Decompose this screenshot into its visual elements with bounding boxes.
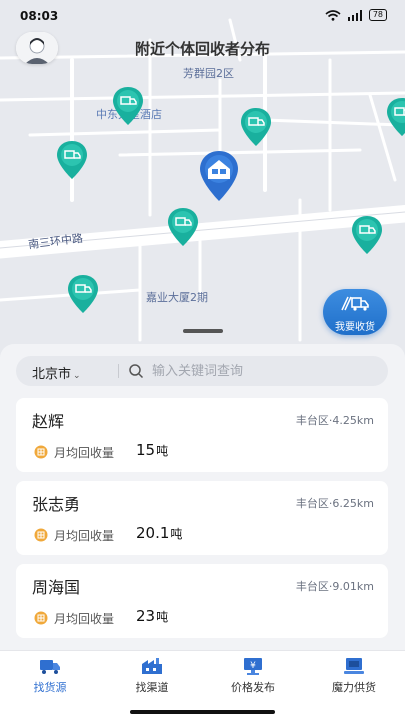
home-indicator [130, 710, 275, 714]
tab-label: 价格发布 [231, 681, 275, 694]
volume-badge-icon [34, 611, 48, 625]
truck-pin-icon [57, 141, 87, 179]
wifi-icon [325, 9, 341, 21]
factory-icon [142, 658, 162, 674]
sheet-drag-handle[interactable] [183, 329, 223, 333]
search-input[interactable] [152, 361, 372, 381]
collector-name: 赵辉 [32, 412, 65, 431]
battery-icon: 78 [368, 9, 387, 21]
recycler-map-pin[interactable] [239, 106, 273, 148]
truck-pin-icon [68, 275, 98, 313]
signal-icon [347, 9, 362, 21]
recycler-map-pin[interactable] [385, 96, 405, 138]
city-label: 北京市 [32, 367, 72, 382]
map-label-jiaye: 嘉业大厦2期 [146, 291, 208, 304]
truck-pin-icon [168, 208, 198, 246]
truck-icon [40, 660, 60, 674]
search-icon[interactable] [128, 363, 144, 379]
tab-label: 魔力供货 [332, 681, 376, 694]
tab-price-publish[interactable]: ¥ 价格发布 [213, 657, 293, 695]
tab-label: 找货源 [33, 681, 67, 694]
warehouse-map-pin[interactable] [197, 149, 241, 203]
collector-location: 丰台区·4.25km [295, 414, 374, 427]
tab-find-source[interactable]: 找货源 [10, 657, 90, 695]
tab-magic-supply[interactable]: 魔力供货 [314, 657, 394, 695]
status-bar: 08:03 78 [0, 0, 405, 30]
truck-icon [341, 296, 369, 311]
receive-goods-button[interactable]: 我要收货 [323, 289, 387, 335]
volume-label: 月均回收量 [54, 446, 115, 460]
chevron-down-icon: ⌄ [73, 371, 81, 381]
page-title: 附近个体回收者分布 [134, 40, 270, 58]
collector-location: 丰台区·6.25km [295, 497, 374, 510]
recycler-map-pin[interactable] [66, 273, 100, 315]
status-time: 08:03 [20, 9, 59, 23]
collector-name: 周海国 [32, 578, 81, 597]
volume-value: 23吨 [136, 607, 169, 625]
search-divider [118, 364, 119, 378]
status-icons: 78 [325, 9, 387, 21]
truck-pin-icon [387, 98, 405, 136]
truck-pin-icon [352, 216, 382, 254]
volume-label: 月均回收量 [54, 612, 115, 626]
receive-goods-label: 我要收货 [335, 322, 375, 333]
volume-badge-icon [34, 445, 48, 459]
truck-pin-icon [113, 87, 143, 125]
collector-location: 丰台区·9.01km [295, 580, 374, 593]
search-bar: 北京市 ⌄ [16, 356, 388, 386]
price-board-icon: ¥ [244, 658, 262, 675]
collector-name: 张志勇 [32, 495, 81, 514]
collector-card[interactable]: 周海国 丰台区·9.01km 月均回收量 23吨 [16, 564, 388, 638]
supply-icon [344, 658, 364, 674]
recycler-map-pin[interactable] [166, 206, 200, 248]
truck-pin-icon [241, 108, 271, 146]
tab-label: 找渠道 [135, 681, 169, 694]
recycler-map-pin[interactable] [111, 85, 145, 127]
city-selector[interactable]: 北京市 ⌄ [32, 363, 81, 382]
volume-value: 15吨 [136, 441, 169, 459]
collector-card[interactable]: 赵辉 丰台区·4.25km 月均回收量 15吨 [16, 398, 388, 472]
recycler-map-pin[interactable] [350, 214, 384, 256]
warehouse-pin-icon [200, 151, 238, 201]
map-label-fangqun: 芳群园2区 [183, 67, 234, 80]
svg-text:¥: ¥ [250, 661, 256, 671]
volume-value: 20.1吨 [136, 524, 183, 542]
tab-find-channel[interactable]: 找渠道 [112, 657, 192, 695]
volume-badge-icon [34, 528, 48, 542]
recycler-map-pin[interactable] [55, 139, 89, 181]
collector-card[interactable]: 张志勇 丰台区·6.25km 月均回收量 20.1吨 [16, 481, 388, 555]
volume-label: 月均回收量 [54, 529, 115, 543]
